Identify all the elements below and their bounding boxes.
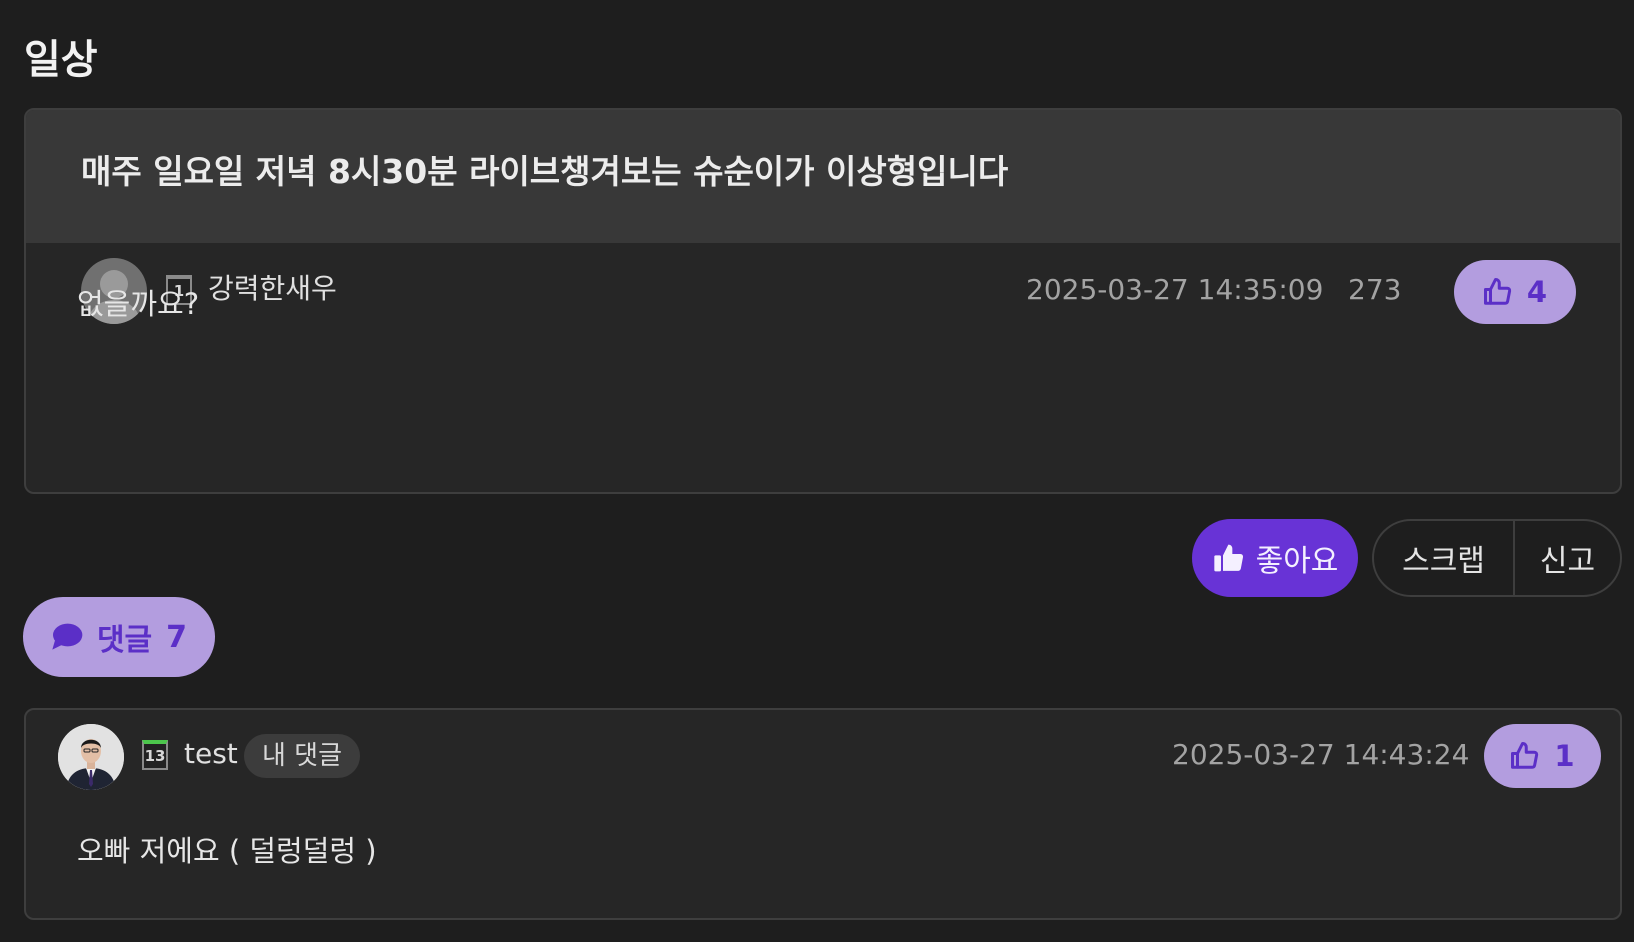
report-button[interactable]: 신고: [1515, 521, 1620, 595]
comment-author-avatar[interactable]: [58, 724, 124, 790]
comment-text: 오빠 저에요 ( 덜렁덜렁 ): [77, 834, 377, 868]
comments-toggle-button[interactable]: 댓글 7: [23, 597, 215, 677]
like-button-label: 좋아요: [1255, 544, 1339, 579]
post-datetime: 2025-03-27 14:35:09: [1026, 273, 1324, 306]
post-title: 매주 일요일 저녁 8시30분 라이브챙겨보는 슈순이가 이상형입니다: [81, 152, 1009, 191]
thumbs-up-filled-icon: [1212, 542, 1246, 574]
post-header: 매주 일요일 저녁 8시30분 라이브챙겨보는 슈순이가 이상형입니다: [26, 110, 1620, 243]
comment-like-count: 1: [1554, 739, 1575, 773]
comment-level-badge: 13: [142, 740, 168, 770]
user-photo-icon: [58, 724, 124, 790]
board-title: 일상: [24, 37, 98, 83]
speech-bubble-icon: [51, 623, 83, 651]
post-action-group: 스크랩 신고: [1372, 519, 1622, 597]
comment-datetime: 2025-03-27 14:43:24: [1172, 738, 1470, 771]
comments-count: 7: [166, 619, 188, 655]
scrap-button[interactable]: 스크랩: [1374, 521, 1515, 595]
comment-like-button[interactable]: 1: [1484, 724, 1601, 788]
post-detail-page: 일상 매주 일요일 저녁 8시30분 라이브챙겨보는 슈순이가 이상형입니다 1…: [0, 0, 1634, 942]
comments-label: 댓글: [96, 623, 153, 658]
thumbs-up-outline-icon: [1510, 741, 1540, 771]
thumbs-up-outline-icon: [1483, 277, 1513, 307]
post-like-count: 4: [1526, 275, 1548, 309]
my-comment-badge: 내 댓글: [244, 734, 361, 778]
like-button[interactable]: 좋아요: [1192, 519, 1358, 597]
post-body: 없을까요?: [77, 287, 200, 321]
author-name[interactable]: 강력한새우: [208, 269, 337, 309]
post-like-button[interactable]: 4: [1454, 260, 1576, 324]
view-count: 273: [1348, 273, 1402, 306]
comment-author-name[interactable]: test: [184, 734, 238, 774]
